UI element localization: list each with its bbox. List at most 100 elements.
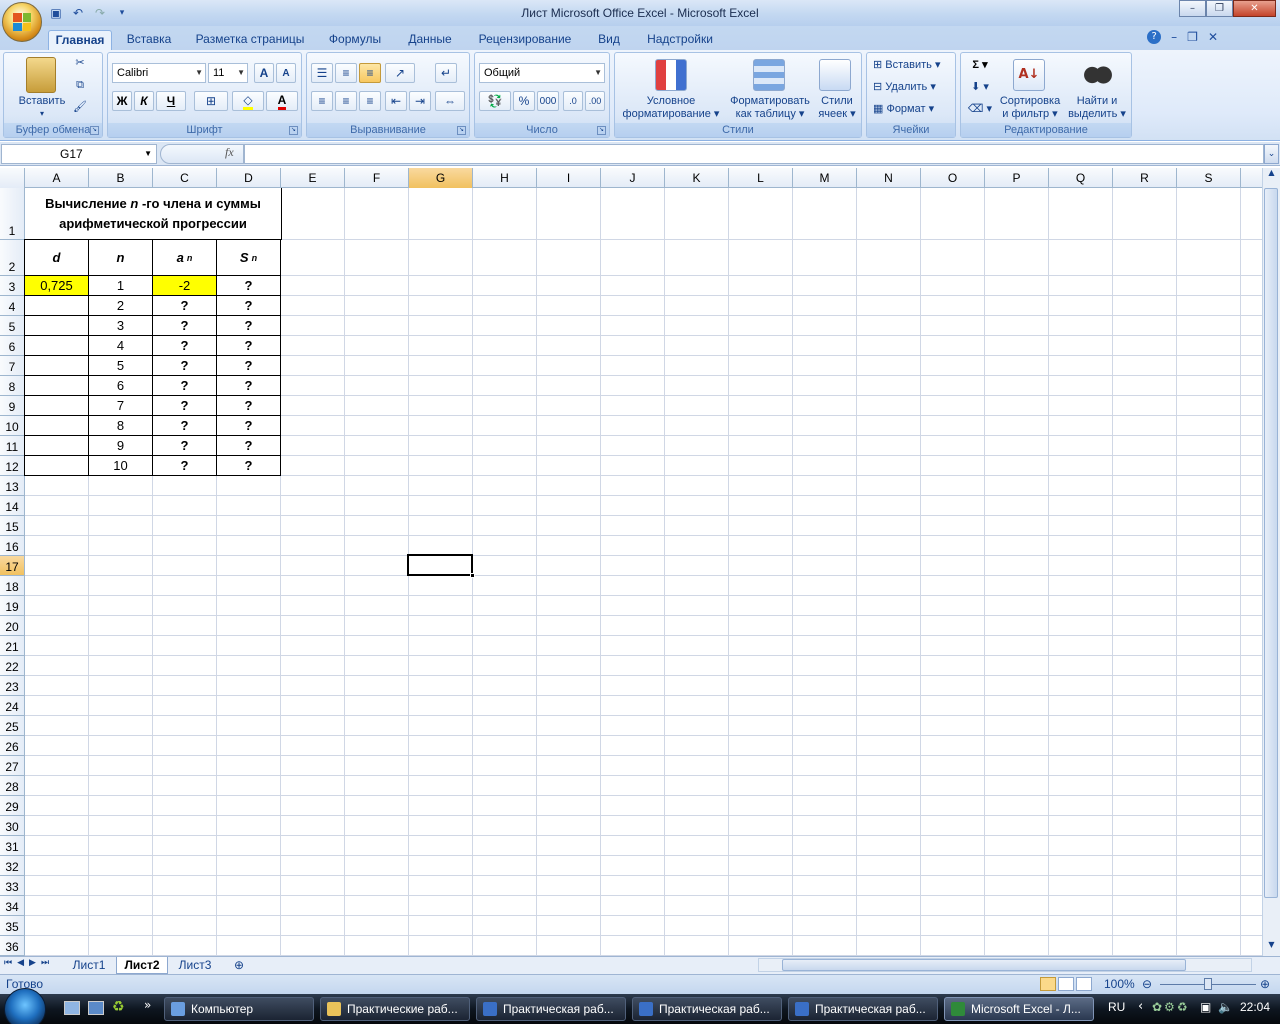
- vertical-scroll-thumb[interactable]: [1264, 188, 1278, 898]
- row-header-1[interactable]: 1: [0, 188, 25, 240]
- bold-button[interactable]: Ж: [112, 91, 132, 111]
- tab-review[interactable]: Рецензирование: [472, 30, 578, 50]
- column-header-p[interactable]: P: [985, 168, 1049, 188]
- row-header-23[interactable]: 23: [0, 676, 25, 696]
- tab-page-layout[interactable]: Разметка страницы: [190, 30, 310, 50]
- quicklaunch-more-icon[interactable]: »: [144, 998, 151, 1012]
- increase-decimal-icon[interactable]: .0: [563, 91, 583, 111]
- insert-cells-button[interactable]: ⊞ Вставить ▾: [873, 59, 953, 72]
- font-size-select[interactable]: 11 ▼: [208, 63, 248, 83]
- tab-addins[interactable]: Надстройки: [640, 30, 720, 50]
- underline-button[interactable]: Ч: [156, 91, 186, 111]
- office-button[interactable]: [2, 2, 42, 42]
- cell-d-empty[interactable]: [24, 355, 89, 376]
- row-header-31[interactable]: 31: [0, 836, 25, 856]
- volume-icon[interactable]: 🔈: [1218, 1000, 1233, 1014]
- italic-button[interactable]: К: [134, 91, 154, 111]
- quicklaunch-app-icon[interactable]: ♻: [112, 999, 126, 1017]
- column-header-g[interactable]: G: [409, 168, 473, 188]
- column-header-b[interactable]: B: [89, 168, 153, 188]
- cell-an[interactable]: -2: [152, 275, 217, 296]
- taskbar-excel[interactable]: Microsoft Excel - Л...: [944, 997, 1094, 1021]
- thousands-button[interactable]: 000: [537, 91, 559, 111]
- align-right-icon[interactable]: ≡: [359, 91, 381, 111]
- column-header-s[interactable]: S: [1177, 168, 1241, 188]
- cell-sn[interactable]: ?: [216, 375, 281, 396]
- clear-icon[interactable]: ⌫ ▾: [965, 103, 995, 116]
- cell-an[interactable]: ?: [152, 435, 217, 456]
- row-header-5[interactable]: 5: [0, 316, 25, 336]
- cell-sn[interactable]: ?: [216, 355, 281, 376]
- clock[interactable]: 22:04: [1240, 1000, 1270, 1014]
- taskbar-folder[interactable]: Практические раб...: [320, 997, 470, 1021]
- row-header-4[interactable]: 4: [0, 296, 25, 316]
- cell-n[interactable]: 4: [88, 335, 153, 356]
- column-header-h[interactable]: H: [473, 168, 537, 188]
- tab-view[interactable]: Вид: [590, 30, 628, 50]
- row-header-2[interactable]: 2: [0, 240, 25, 276]
- row-header-3[interactable]: 3: [0, 276, 25, 296]
- zoom-level[interactable]: 100%: [1104, 977, 1135, 991]
- cell-d-empty[interactable]: [24, 435, 89, 456]
- column-header-j[interactable]: J: [601, 168, 665, 188]
- column-header-l[interactable]: L: [729, 168, 793, 188]
- fill-icon[interactable]: ⬇ ▾: [965, 81, 995, 94]
- row-header-21[interactable]: 21: [0, 636, 25, 656]
- column-header-e[interactable]: E: [281, 168, 345, 188]
- fill-color-icon[interactable]: ◇: [232, 91, 264, 111]
- cell-n[interactable]: 8: [88, 415, 153, 436]
- grow-font-icon[interactable]: A: [254, 63, 274, 83]
- cell-sn[interactable]: ?: [216, 415, 281, 436]
- active-cell-g17[interactable]: [407, 554, 475, 578]
- column-header-i[interactable]: I: [537, 168, 601, 188]
- font-color-icon[interactable]: A: [266, 91, 298, 111]
- row-header-19[interactable]: 19: [0, 596, 25, 616]
- cell-n[interactable]: 2: [88, 295, 153, 316]
- tray-expand-icon[interactable]: ‹: [1138, 999, 1143, 1014]
- select-all-button[interactable]: [0, 168, 25, 188]
- number-format-select[interactable]: Общий ▼: [479, 63, 605, 83]
- normal-view-icon[interactable]: [1040, 977, 1056, 991]
- row-header-16[interactable]: 16: [0, 536, 25, 556]
- sheet-tab-3[interactable]: Лист3: [172, 957, 218, 974]
- row-header-24[interactable]: 24: [0, 696, 25, 716]
- taskbar-word-1[interactable]: Практическая раб...: [476, 997, 626, 1021]
- sheet-nav-icon[interactable]: ⏮◀▶⏭: [4, 958, 54, 968]
- row-header-9[interactable]: 9: [0, 396, 25, 416]
- align-left-icon[interactable]: ≡: [311, 91, 333, 111]
- page-break-view-icon[interactable]: [1076, 977, 1092, 991]
- cell-d-value[interactable]: 0,725: [24, 275, 89, 296]
- row-header-20[interactable]: 20: [0, 616, 25, 636]
- zoom-in-icon[interactable]: ⊕: [1260, 977, 1270, 991]
- decrease-indent-icon[interactable]: ⇤: [385, 91, 407, 111]
- page-layout-view-icon[interactable]: [1058, 977, 1074, 991]
- cell-an[interactable]: ?: [152, 395, 217, 416]
- cell-an[interactable]: ?: [152, 295, 217, 316]
- start-button[interactable]: [4, 988, 46, 1024]
- format-cells-button[interactable]: ▦ Формат ▾: [873, 103, 953, 116]
- insert-sheet-icon[interactable]: ⊕: [224, 957, 254, 974]
- column-header-a[interactable]: A: [25, 168, 89, 188]
- cell-n[interactable]: 5: [88, 355, 153, 376]
- row-header-30[interactable]: 30: [0, 816, 25, 836]
- column-header-d[interactable]: D: [217, 168, 281, 188]
- cell-styles-button[interactable]: Стили ячеек ▾: [815, 95, 859, 121]
- find-select-button[interactable]: Найти и выделить ▾: [1063, 95, 1131, 121]
- conditional-format-icon[interactable]: [655, 59, 687, 91]
- row-header-12[interactable]: 12: [0, 456, 25, 476]
- cell-d-empty[interactable]: [24, 375, 89, 396]
- cell-d-empty[interactable]: [24, 335, 89, 356]
- cell-n[interactable]: 10: [88, 455, 153, 476]
- borders-icon[interactable]: ⊞: [194, 91, 228, 111]
- align-top-icon[interactable]: ☰: [311, 63, 333, 83]
- cell-n[interactable]: 7: [88, 395, 153, 416]
- align-bottom-icon[interactable]: ≡: [359, 63, 381, 83]
- cell-d-empty[interactable]: [24, 455, 89, 476]
- row-header-8[interactable]: 8: [0, 376, 25, 396]
- tab-insert[interactable]: Вставка: [118, 30, 180, 50]
- row-header-32[interactable]: 32: [0, 856, 25, 876]
- close-button[interactable]: ✕: [1233, 0, 1276, 17]
- increase-indent-icon[interactable]: ⇥: [409, 91, 431, 111]
- row-header-17[interactable]: 17: [0, 556, 25, 576]
- cell-sn[interactable]: ?: [216, 395, 281, 416]
